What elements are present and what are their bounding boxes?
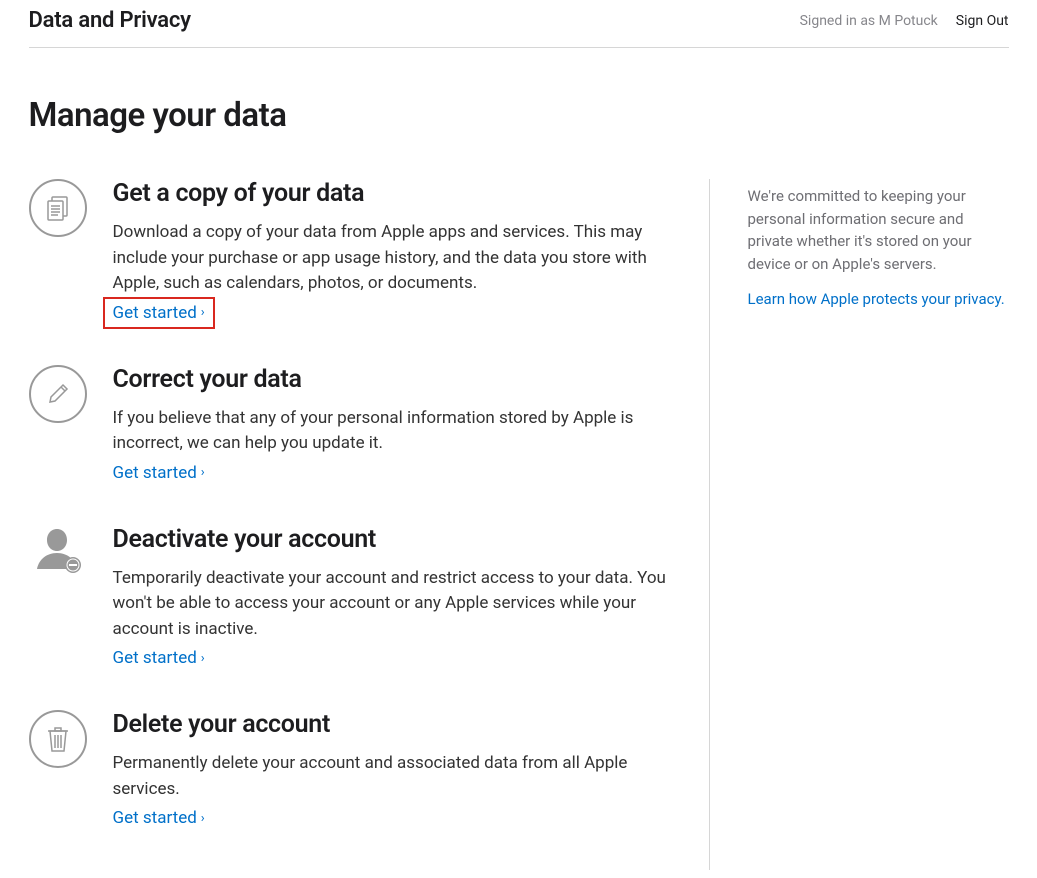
get-started-link-correct[interactable]: Get started ›	[113, 463, 205, 483]
header-title: Data and Privacy	[29, 8, 191, 33]
section-title: Delete your account	[113, 710, 669, 739]
privacy-learn-link[interactable]: Learn how Apple protects your privacy.	[748, 290, 1005, 308]
page-title: Manage your data	[29, 96, 1009, 135]
documents-icon	[29, 179, 87, 237]
sidebar: We're committed to keeping your personal…	[709, 179, 1009, 870]
main-content: Get a copy of your data Download a copy …	[29, 179, 669, 870]
get-started-link-deactivate[interactable]: Get started ›	[113, 648, 205, 668]
section-correct-data: Correct your data If you believe that an…	[29, 365, 669, 483]
link-label: Get started	[113, 303, 197, 323]
section-description: Permanently delete your account and asso…	[113, 751, 669, 802]
signed-in-label: Signed in as M Potuck	[800, 13, 938, 29]
section-description: Download a copy of your data from Apple …	[113, 220, 669, 297]
section-title: Deactivate your account	[113, 525, 669, 554]
link-label: Get started	[113, 463, 197, 483]
get-started-link-copy[interactable]: Get started ›	[109, 303, 209, 323]
chevron-right-icon: ›	[201, 305, 205, 320]
section-get-copy: Get a copy of your data Download a copy …	[29, 179, 669, 323]
chevron-right-icon: ›	[201, 811, 205, 826]
trash-icon	[29, 710, 87, 768]
sidebar-text: We're committed to keeping your personal…	[748, 185, 1009, 275]
section-delete: Delete your account Permanently delete y…	[29, 710, 669, 828]
section-deactivate: Deactivate your account Temporarily deac…	[29, 525, 669, 669]
page-header: Data and Privacy Signed in as M Potuck S…	[29, 8, 1009, 48]
chevron-right-icon: ›	[201, 651, 205, 666]
get-started-link-delete[interactable]: Get started ›	[113, 808, 205, 828]
pencil-icon	[29, 365, 87, 423]
sign-out-link[interactable]: Sign Out	[956, 13, 1009, 29]
link-label: Get started	[113, 648, 197, 668]
section-description: If you believe that any of your personal…	[113, 406, 669, 457]
person-deactivate-icon	[29, 525, 87, 583]
section-description: Temporarily deactivate your account and …	[113, 566, 669, 643]
section-title: Get a copy of your data	[113, 179, 669, 208]
link-label: Get started	[113, 808, 197, 828]
section-title: Correct your data	[113, 365, 669, 394]
chevron-right-icon: ›	[201, 465, 205, 480]
